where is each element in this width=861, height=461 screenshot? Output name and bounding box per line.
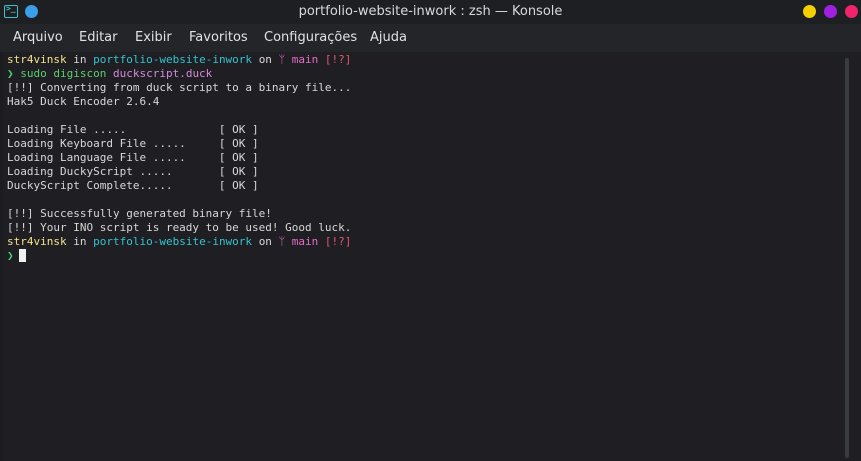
close-button[interactable] <box>845 5 858 18</box>
prompt-line: str4vinsk in portfolio-website-inwork on… <box>7 53 351 67</box>
prompt-branch: main <box>291 53 319 66</box>
menu-favoritos[interactable]: Favoritos <box>189 24 248 52</box>
scrollbar-track[interactable] <box>845 58 849 458</box>
maximize-button[interactable] <box>824 5 837 18</box>
prompt-line: str4vinsk in portfolio-website-inwork on… <box>7 235 351 249</box>
window-title: portfolio-website-inwork : zsh — Konsole <box>298 4 563 19</box>
branch-icon: ᛘ <box>278 235 286 248</box>
title-bar: >_ portfolio-website-inwork : zsh — Kons… <box>0 0 861 24</box>
input-line[interactable]: ❯ <box>7 249 26 263</box>
output-line: Loading Keyboard File ..... [ OK ] <box>7 137 259 150</box>
output-line: Loading DuckyScript ..... [ OK ] <box>7 165 259 178</box>
text-cursor <box>18 249 26 262</box>
prompt-on: on <box>258 235 272 248</box>
command-name: sudo digiscon <box>20 67 107 80</box>
prompt-status: [!?] <box>324 235 352 248</box>
menu-ajuda[interactable]: Ajuda <box>370 24 407 52</box>
command-line: ❯ sudo digiscon duckscript.duck <box>7 67 212 81</box>
prompt-branch: main <box>291 235 319 248</box>
prompt-symbol: ❯ <box>7 67 14 80</box>
prompt-in: in <box>73 53 87 66</box>
vertical-scrollbar[interactable] <box>837 52 861 461</box>
output-line: Loading Language File ..... [ OK ] <box>7 151 259 164</box>
branch-icon: ᛘ <box>278 53 286 66</box>
menu-exibir[interactable]: Exibir <box>135 24 172 52</box>
output-line: Loading File ..... [ OK ] <box>7 123 259 136</box>
prompt-path: portfolio-website-inwork <box>93 53 253 66</box>
menu-bar: Arquivo Editar Exibir Favoritos Configur… <box>0 24 861 52</box>
prompt-path: portfolio-website-inwork <box>93 235 253 248</box>
prompt-on: on <box>258 53 272 66</box>
output-line: DuckyScript Complete..... [ OK ] <box>7 179 259 192</box>
terminal-output[interactable]: str4vinsk in portfolio-website-inwork on… <box>3 52 837 461</box>
prompt-in: in <box>73 235 87 248</box>
prompt-user: str4vinsk <box>7 235 67 248</box>
prompt-status: [!?] <box>324 53 352 66</box>
menu-arquivo[interactable]: Arquivo <box>13 24 63 52</box>
output-line: [!!] Successfully generated binary file! <box>7 207 272 220</box>
output-line: [!!] Your INO script is ready to be used… <box>7 221 352 234</box>
command-arg: duckscript.duck <box>112 67 213 80</box>
output-line: Hak5 Duck Encoder 2.6.4 <box>7 95 160 108</box>
menu-editar[interactable]: Editar <box>79 24 118 52</box>
prompt-symbol: ❯ <box>7 249 14 262</box>
minimize-button[interactable] <box>803 5 816 18</box>
prompt-user: str4vinsk <box>7 53 67 66</box>
output-line: [!!] Converting from duck script to a bi… <box>7 81 352 94</box>
menu-configuracoes[interactable]: Configurações <box>264 24 357 52</box>
